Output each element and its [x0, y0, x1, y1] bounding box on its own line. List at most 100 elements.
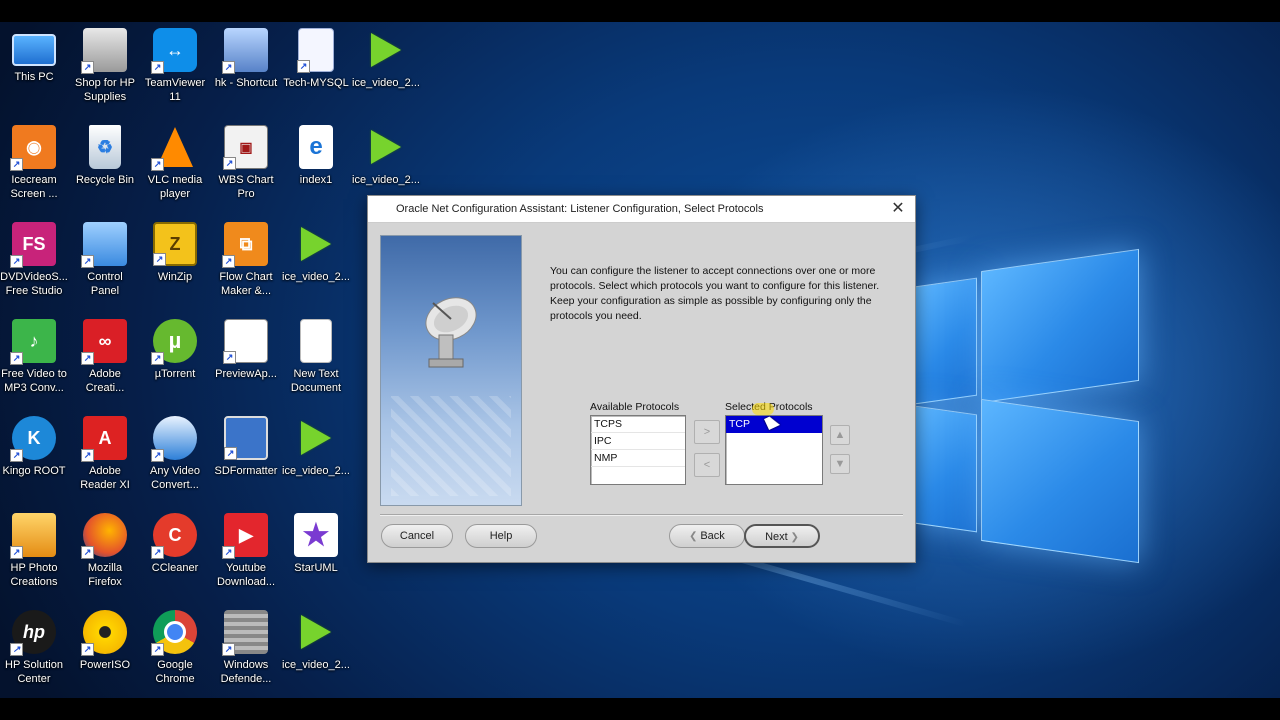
desktop-icon-tech-mysql[interactable]: ↗ Tech-MYSQL — [282, 28, 350, 90]
poweriso-disc-icon: ↗ — [81, 610, 127, 656]
remove-protocol-button[interactable]: < — [694, 453, 720, 477]
windows-logo — [905, 244, 1145, 564]
desktop-icon-index1[interactable]: e index1 — [282, 125, 350, 187]
back-button-label: Back — [700, 530, 725, 542]
desktop-icon-label: VLC media player — [147, 174, 203, 200]
desktop-icon-wbs-chart[interactable]: ▣ ↗ WBS Chart Pro — [212, 125, 280, 201]
list-item[interactable]: IPC — [591, 433, 685, 450]
chevron-left-icon: ❮ — [689, 531, 701, 542]
desktop-icon-label: Youtube Download... — [216, 562, 276, 588]
desktop-icon-label: CCleaner — [151, 562, 199, 574]
chevron-right-icon: ❯ — [787, 532, 799, 543]
desktop-icon-kingo-root[interactable]: K ↗ Kingo ROOT — [0, 416, 68, 478]
desktop-icon-label: Windows Defende... — [220, 659, 272, 685]
desktop-icon-label: hk - Shortcut — [214, 77, 278, 89]
shortcut-arrow-icon: ↗ — [223, 351, 236, 364]
desktop-icon-windows-defender[interactable]: ↗ Windows Defende... — [212, 610, 280, 686]
vlc-cone-icon: ↗ — [151, 125, 197, 171]
shortcut-arrow-icon: ↗ — [151, 158, 164, 171]
desktop-icon-utorrent[interactable]: µ ↗ µTorrent — [141, 319, 209, 381]
play-video-icon — [364, 28, 408, 72]
shortcut-arrow-icon: ↗ — [81, 61, 94, 74]
desktop-icon-hp-supplies[interactable]: ↗ Shop for HP Supplies — [71, 28, 139, 104]
desktop-icon-label: ice_video_2... — [352, 77, 420, 89]
desktop-icon-hp-photo[interactable]: ↗ HP Photo Creations — [0, 513, 68, 589]
flowchart-icon: ⧉ ↗ — [222, 222, 268, 268]
desktop-icon-flow-chart[interactable]: ⧉ ↗ Flow Chart Maker &... — [212, 222, 280, 298]
desktop-icon-dvdvideosoft[interactable]: FS ↗ DVDVideoS... Free Studio — [0, 222, 68, 298]
desktop-icon-staruml[interactable]: ★ StarUML — [282, 513, 350, 575]
desktop-icon-adobe-reader[interactable]: A ↗ Adobe Reader XI — [71, 416, 139, 492]
desktop-icon-label: Free Video to MP3 Conv... — [1, 368, 67, 394]
desktop-icon-label: Any Video Convert... — [150, 465, 200, 491]
desktop-icon-adobe-cc[interactable]: ∞ ↗ Adobe Creati... — [71, 319, 139, 395]
desktop-icon-label: Tech-MYSQL — [283, 77, 349, 89]
list-item[interactable]: TCPS — [591, 416, 685, 433]
desktop-icon-vlc[interactable]: ↗ VLC media player — [141, 125, 209, 201]
shortcut-arrow-icon: ↗ — [151, 643, 164, 656]
teamviewer-icon: ↔ ↗ — [151, 28, 197, 74]
desktop-icon-hk-shortcut[interactable]: ↗ hk - Shortcut — [212, 28, 280, 90]
desktop-icon-previewap[interactable]: ↗ PreviewAp... — [212, 319, 280, 381]
list-item[interactable]: NMP — [591, 450, 685, 467]
desktop-icon-free-video-mp3[interactable]: ♪ ↗ Free Video to MP3 Conv... — [0, 319, 68, 395]
desktop-icon-label: WinZip — [157, 271, 193, 283]
network-graphic — [391, 396, 511, 496]
shortcut-arrow-icon: ↗ — [153, 253, 166, 266]
winzip-icon: Z ↗ — [153, 222, 197, 266]
desktop-icon-label: SDFormatter — [214, 465, 278, 477]
desktop-icon-hp-solution[interactable]: hp ↗ HP Solution Center — [0, 610, 68, 686]
back-button[interactable]: ❮ Back — [669, 524, 745, 548]
desktop-icon-icecream[interactable]: ◉ ↗ Icecream Screen ... — [0, 125, 68, 201]
desktop-icon-label: New Text Document — [290, 368, 342, 394]
desktop-icon-teamviewer[interactable]: ↔ ↗ TeamViewer 11 — [141, 28, 209, 104]
shortcut-arrow-icon: ↗ — [81, 546, 94, 559]
footer-separator — [380, 514, 903, 516]
desktop-icon-poweriso[interactable]: ↗ PowerISO — [71, 610, 139, 672]
desktop-icon-label: µTorrent — [154, 368, 196, 380]
desktop-icon-youtube-downloader[interactable]: ▶ ↗ Youtube Download... — [212, 513, 280, 589]
desktop-icon-ice-video-2[interactable]: ice_video_2... — [352, 125, 420, 187]
desktop-icon-ice-video-1[interactable]: ice_video_2... — [352, 28, 420, 90]
desktop-icon-winzip[interactable]: Z ↗ WinZip — [141, 222, 209, 284]
play-video-icon — [294, 416, 338, 460]
adobe-cc-icon: ∞ ↗ — [81, 319, 127, 365]
close-icon[interactable]: ✕ — [887, 198, 909, 220]
help-button[interactable]: Help — [465, 524, 537, 548]
desktop-icon-control-panel[interactable]: ↗ Control Panel — [71, 222, 139, 298]
desktop-icon-any-video[interactable]: ↗ Any Video Convert... — [141, 416, 209, 492]
desktop-icon-label: StarUML — [294, 562, 338, 574]
desktop-icon-ccleaner[interactable]: C ↗ CCleaner — [141, 513, 209, 575]
recycle-bin-icon: ♻ — [89, 125, 121, 169]
dialog-titlebar[interactable]: Oracle Net Configuration Assistant: List… — [368, 196, 915, 223]
cancel-button[interactable]: Cancel — [381, 524, 453, 548]
desktop-icon-label: Icecream Screen ... — [10, 174, 58, 200]
oracle-net-config-dialog: Oracle Net Configuration Assistant: List… — [367, 195, 916, 563]
move-up-button[interactable]: ▲ — [830, 425, 850, 445]
desktop-icon-ice-video-5[interactable]: ice_video_2... — [282, 610, 350, 672]
desktop-icon-chrome[interactable]: ↗ Google Chrome — [141, 610, 209, 686]
next-button[interactable]: Next ❯ — [744, 524, 820, 548]
desktop-icon-new-text-doc[interactable]: New Text Document — [282, 319, 350, 395]
desktop-icon-label: HP Solution Center — [5, 659, 63, 685]
available-protocols-list[interactable]: TCPS IPC NMP — [590, 415, 686, 485]
desktop-icon-recycle-bin[interactable]: ♻ Recycle Bin — [71, 125, 139, 187]
add-protocol-button[interactable]: > — [694, 420, 720, 444]
available-protocols-label: Available Protocols — [590, 401, 680, 413]
desktop-icon-sdformatter[interactable]: ↗ SDFormatter — [212, 416, 280, 478]
cursor-highlight — [752, 403, 774, 415]
chrome-icon: ↗ — [151, 610, 197, 656]
video-converter-icon: ↗ — [151, 416, 197, 462]
shortcut-arrow-icon: ↗ — [223, 157, 236, 170]
desktop-icon-firefox[interactable]: ↗ Mozilla Firefox — [71, 513, 139, 589]
desktop-icon-this-pc[interactable]: This PC — [0, 28, 68, 84]
windows-logo-pane — [915, 277, 977, 405]
shortcut-arrow-icon: ↗ — [151, 449, 164, 462]
move-down-button[interactable]: ▼ — [830, 454, 850, 474]
desktop-icon-ice-video-3[interactable]: ice_video_2... — [282, 222, 350, 284]
shortcut-arrow-icon: ↗ — [297, 60, 310, 73]
ccleaner-icon: C ↗ — [151, 513, 197, 559]
next-button-label: Next — [765, 531, 788, 543]
shortcut-arrow-icon: ↗ — [224, 447, 237, 460]
desktop-icon-ice-video-4[interactable]: ice_video_2... — [282, 416, 350, 478]
